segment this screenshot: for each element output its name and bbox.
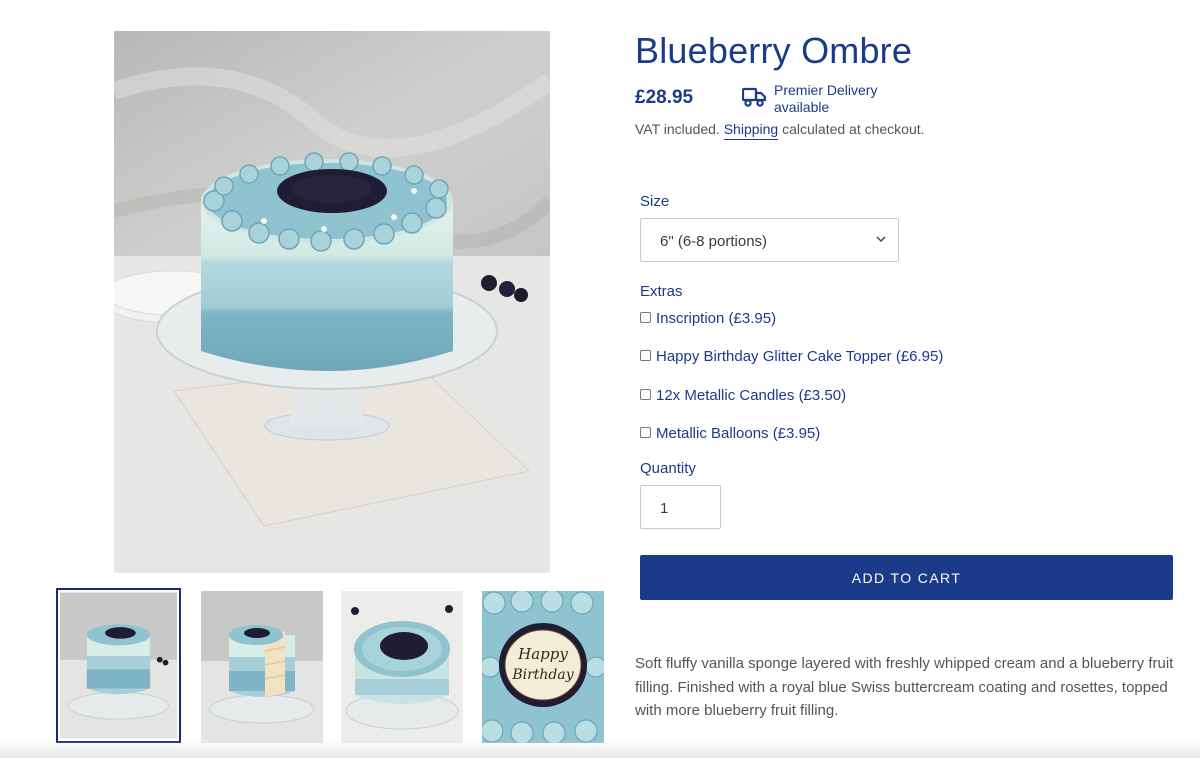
extra-option-balloons[interactable]: Metallic Balloons (£3.95): [640, 425, 820, 442]
extras-label: Extras: [640, 283, 683, 300]
shipping-link[interactable]: Shipping: [723, 121, 779, 140]
quantity-label: Quantity: [640, 460, 696, 477]
main-product-image[interactable]: [114, 31, 550, 573]
bottom-fade: [0, 740, 1200, 758]
checkbox[interactable]: [640, 427, 651, 438]
size-selected-value: 6" (6-8 portions): [660, 233, 768, 250]
extra-option-candles[interactable]: 12x Metallic Candles (£3.50): [640, 387, 846, 404]
delivery-line1: Premier Delivery: [774, 82, 878, 98]
delivery-line2: available: [774, 99, 830, 115]
extra-option-label: Inscription (£3.95): [656, 310, 777, 327]
product-title: Blueberry Ombre: [635, 30, 913, 71]
product-price: £28.95: [635, 87, 694, 108]
delivery-badge: Premier Delivery available: [741, 82, 894, 116]
add-to-cart-button[interactable]: ADD TO CART: [640, 555, 1173, 600]
tax-suffix: calculated at checkout.: [782, 121, 925, 137]
extra-option-cake-topper[interactable]: Happy Birthday Glitter Cake Topper (£6.9…: [640, 348, 943, 365]
size-select[interactable]: 6" (6-8 portions): [640, 218, 899, 262]
size-label: Size: [640, 193, 670, 210]
topper-text-line2: Birthday: [511, 667, 574, 683]
thumbnail-4[interactable]: Happy Birthday: [482, 591, 604, 743]
checkbox[interactable]: [640, 350, 651, 361]
extra-option-label: 12x Metallic Candles (£3.50): [656, 387, 847, 404]
thumbnail-1[interactable]: [56, 588, 181, 743]
chevron-down-icon: [874, 232, 888, 250]
quantity-input[interactable]: 1: [640, 485, 721, 529]
product-description: Soft fluffy vanilla sponge layered with …: [635, 655, 1174, 719]
checkbox[interactable]: [640, 312, 651, 323]
thumbnail-3[interactable]: [341, 591, 463, 743]
checkbox[interactable]: [640, 389, 651, 400]
topper-text-line1: Happy: [517, 645, 568, 663]
tax-note: VAT included. Shipping calculated at che…: [635, 121, 925, 140]
extra-option-label: Happy Birthday Glitter Cake Topper (£6.9…: [656, 348, 944, 365]
tax-prefix: VAT included.: [635, 121, 720, 137]
thumbnail-2[interactable]: [201, 591, 323, 743]
extra-option-label: Metallic Balloons (£3.95): [656, 425, 821, 442]
extra-option-inscription[interactable]: Inscription (£3.95): [640, 310, 776, 327]
truck-icon: [741, 82, 767, 112]
